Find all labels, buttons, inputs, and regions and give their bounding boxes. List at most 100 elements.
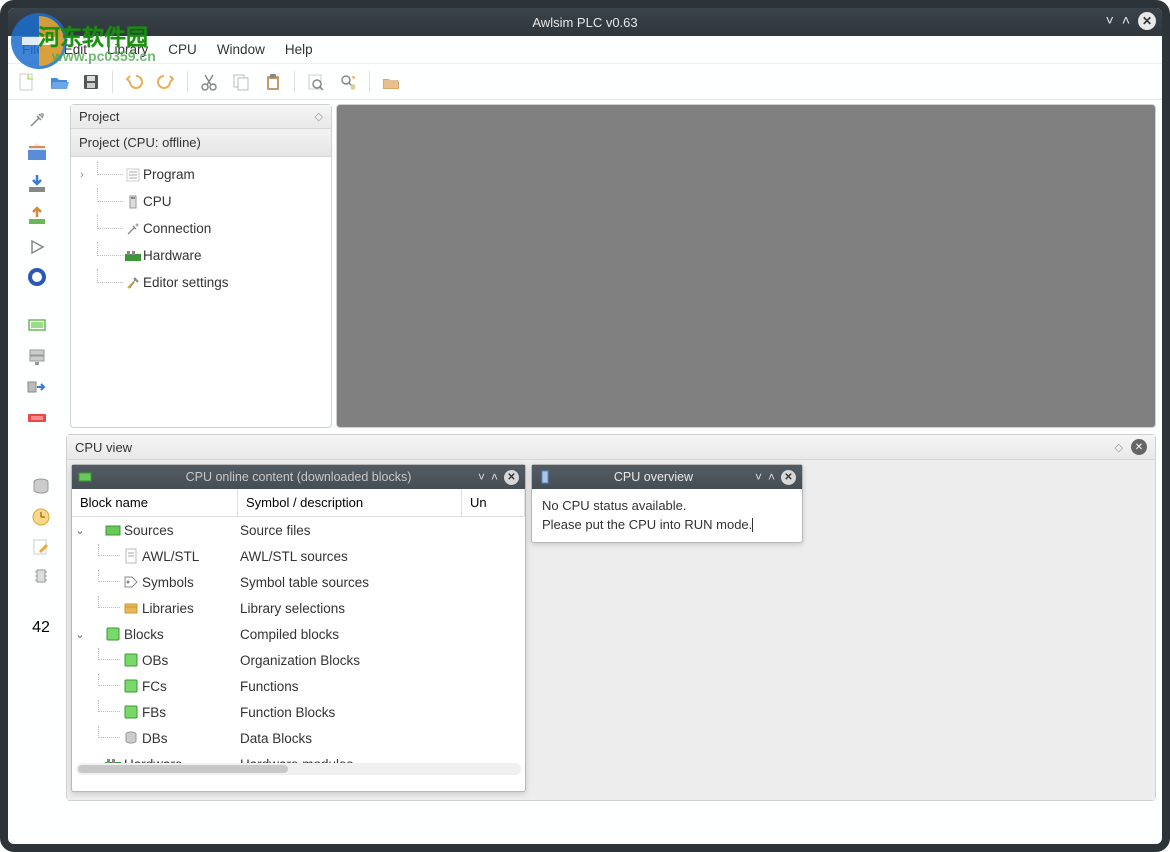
expand-chevron-icon[interactable]: ⌄ bbox=[72, 524, 88, 537]
menu-window[interactable]: Window bbox=[207, 38, 275, 61]
maximize-button[interactable]: ˄ bbox=[1122, 12, 1130, 30]
watermark-url: www.pc0359.cn bbox=[52, 48, 156, 64]
replace-button[interactable] bbox=[333, 68, 363, 96]
block-green-icon bbox=[120, 653, 142, 667]
tree-label: CPU bbox=[143, 194, 172, 209]
overview-line2: Please put the CPU into RUN mode. bbox=[542, 517, 752, 532]
project-panel: Project ◇ Project (CPU: offline) ›Progra… bbox=[70, 104, 332, 428]
table-body: ⌄SourcesSource files AWL/STL AWL/STL sourc… bbox=[72, 517, 525, 775]
online-content-window: CPU online content (downloaded blocks) ˅… bbox=[71, 464, 526, 792]
transfer-icon[interactable] bbox=[25, 377, 49, 398]
online-close-icon[interactable]: ✕ bbox=[504, 470, 519, 485]
monitor-icon[interactable] bbox=[25, 316, 49, 337]
redo-button[interactable] bbox=[151, 68, 181, 96]
online-max-icon[interactable]: ˄ bbox=[491, 470, 498, 484]
cpu-overview-window: CPU overview ˅ ˄ ✕ No CPU status availab… bbox=[531, 464, 803, 543]
project-tree: ›Program CPU Connection Hardware Editor … bbox=[71, 157, 331, 300]
row-description: Functions bbox=[238, 679, 462, 694]
cut-button[interactable] bbox=[194, 68, 224, 96]
row-description: Symbol table sources bbox=[238, 575, 462, 590]
main-area: Project ◇ Project (CPU: offline) ›Progra… bbox=[8, 100, 1162, 432]
store-icon[interactable] bbox=[25, 141, 49, 163]
table-row[interactable]: Symbols Symbol table sources bbox=[72, 569, 525, 595]
row-name: OBs bbox=[142, 653, 168, 668]
table-row[interactable]: LibrariesLibrary selections bbox=[72, 595, 525, 621]
table-row[interactable]: ⌄SourcesSource files bbox=[72, 517, 525, 543]
cpu-view-pin-icon[interactable]: ◇ bbox=[1115, 441, 1123, 454]
window-title: Awlsim PLC v0.63 bbox=[532, 15, 637, 30]
database-icon[interactable] bbox=[31, 477, 51, 497]
stop-icon[interactable] bbox=[25, 267, 49, 288]
table-row[interactable]: AWL/STL AWL/STL sources bbox=[72, 543, 525, 569]
clock-icon[interactable] bbox=[31, 507, 51, 527]
counter-42: 42 bbox=[32, 619, 50, 637]
save-button[interactable] bbox=[76, 68, 106, 96]
row-name: FCs bbox=[142, 679, 167, 694]
menubar: File Edit Library CPU Window Help bbox=[8, 36, 1162, 64]
online-content-title: CPU online content (downloaded blocks) bbox=[186, 470, 412, 484]
minimize-button[interactable]: ˅ bbox=[1106, 12, 1114, 30]
undo-button[interactable] bbox=[119, 68, 149, 96]
row-name: FBs bbox=[142, 705, 166, 720]
expand-chevron-icon[interactable]: ⌄ bbox=[72, 628, 88, 641]
row-description: AWL/STL sources bbox=[238, 549, 462, 564]
tree-item-hardware[interactable]: Hardware bbox=[73, 242, 329, 269]
online-content-titlebar[interactable]: CPU online content (downloaded blocks) ˅… bbox=[72, 465, 525, 489]
copy-button[interactable] bbox=[226, 68, 256, 96]
tree-label: Editor settings bbox=[143, 275, 229, 290]
overview-close-icon[interactable]: ✕ bbox=[781, 470, 796, 485]
table-header: Block name Symbol / description Un bbox=[72, 489, 525, 517]
row-name: AWL/STL bbox=[142, 549, 199, 564]
panel-pin-icon[interactable]: ◇ bbox=[315, 110, 323, 123]
overview-max-icon[interactable]: ˄ bbox=[768, 470, 775, 484]
tree-label: Connection bbox=[143, 221, 211, 236]
download-icon[interactable] bbox=[25, 173, 49, 195]
project-panel-title: Project bbox=[79, 109, 119, 124]
cpu-overview-body: No CPU status available. Please put the … bbox=[532, 489, 802, 542]
titlebar: Awlsim PLC v0.63 ˅ ˄ ✕ bbox=[8, 8, 1162, 36]
tree-item-program[interactable]: ›Program bbox=[73, 161, 329, 188]
connect-icon[interactable] bbox=[25, 110, 49, 131]
tree-item-cpu[interactable]: CPU bbox=[73, 188, 329, 215]
row-description: Library selections bbox=[238, 601, 462, 616]
col-un[interactable]: Un bbox=[462, 489, 525, 516]
cpu-view-body: CPU online content (downloaded blocks) ˅… bbox=[67, 460, 1155, 800]
library-button[interactable] bbox=[376, 68, 406, 96]
close-button[interactable]: ✕ bbox=[1138, 12, 1156, 30]
project-subtitle: Project (CPU: offline) bbox=[71, 129, 331, 157]
col-block-name[interactable]: Block name bbox=[72, 489, 238, 516]
row-description: Source files bbox=[238, 523, 462, 538]
online-window-icon bbox=[78, 470, 92, 484]
cpu-view-header: CPU view ◇ ✕ bbox=[67, 435, 1155, 460]
server-icon[interactable] bbox=[25, 347, 49, 368]
chip-icon[interactable] bbox=[32, 567, 50, 585]
paste-button[interactable] bbox=[258, 68, 288, 96]
row-description: Organization Blocks bbox=[238, 653, 462, 668]
left-tool-strip-lower: 42 bbox=[16, 477, 66, 637]
tree-item-editor-settings[interactable]: Editor settings bbox=[73, 269, 329, 296]
horizontal-scrollbar[interactable] bbox=[76, 763, 521, 775]
tree-label: Hardware bbox=[143, 248, 202, 263]
menu-cpu[interactable]: CPU bbox=[158, 38, 207, 61]
table-row[interactable]: ⌄BlocksCompiled blocks bbox=[72, 621, 525, 647]
cpu-overview-title: CPU overview bbox=[552, 470, 755, 484]
tree-item-connection[interactable]: Connection bbox=[73, 215, 329, 242]
menu-help[interactable]: Help bbox=[275, 38, 323, 61]
cpu-view-close-icon[interactable]: ✕ bbox=[1131, 439, 1147, 455]
delete-icon[interactable] bbox=[25, 408, 49, 429]
find-button[interactable] bbox=[301, 68, 331, 96]
col-symbol[interactable]: Symbol / description bbox=[238, 489, 462, 516]
table-row[interactable]: DBsData Blocks bbox=[72, 725, 525, 751]
table-row[interactable]: OBs Organization Blocks bbox=[72, 647, 525, 673]
row-name: Symbols bbox=[142, 575, 194, 590]
table-row[interactable]: FBs Function Blocks bbox=[72, 699, 525, 725]
online-min-icon[interactable]: ˅ bbox=[478, 470, 485, 484]
edit-doc-icon[interactable] bbox=[31, 537, 51, 557]
cpu-overview-titlebar[interactable]: CPU overview ˅ ˄ ✕ bbox=[532, 465, 802, 489]
table-row[interactable]: FCs Functions bbox=[72, 673, 525, 699]
run-icon[interactable] bbox=[25, 237, 49, 258]
project-panel-header: Project ◇ bbox=[71, 105, 331, 129]
overview-min-icon[interactable]: ˅ bbox=[755, 470, 762, 484]
row-description: Function Blocks bbox=[238, 705, 462, 720]
upload-icon[interactable] bbox=[25, 205, 49, 227]
